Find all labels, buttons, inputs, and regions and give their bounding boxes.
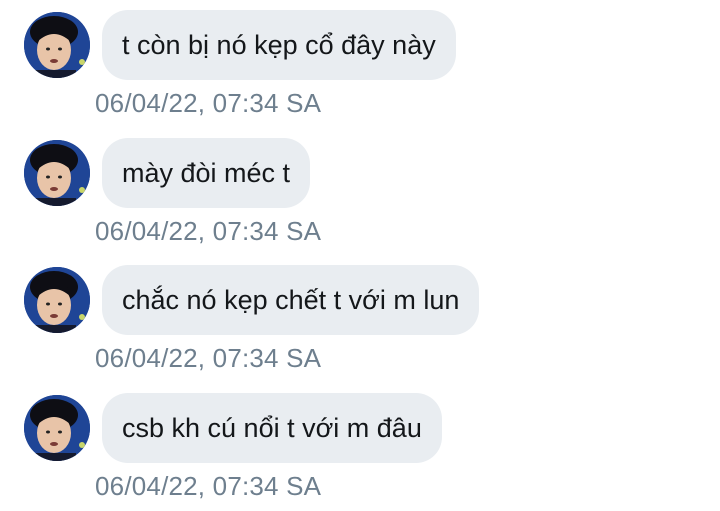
avatar[interactable] bbox=[24, 12, 90, 78]
message-item: chắc nó kẹp chết t với m lun 06/04/22, 0… bbox=[0, 255, 720, 383]
message-item: t còn bị nó kẹp cổ đây này 06/04/22, 07:… bbox=[0, 0, 720, 128]
message-text: t còn bị nó kẹp cổ đây này bbox=[122, 30, 436, 60]
message-timestamp: 06/04/22, 07:34 SA bbox=[95, 343, 322, 373]
avatar[interactable] bbox=[24, 140, 90, 206]
avatar-photo-icon bbox=[24, 395, 90, 461]
message-item: mày đòi méc t 06/04/22, 07:34 SA bbox=[0, 128, 720, 256]
message-timestamp: 06/04/22, 07:34 SA bbox=[95, 216, 322, 246]
message-thread: t còn bị nó kẹp cổ đây này 06/04/22, 07:… bbox=[0, 0, 720, 507]
avatar-photo-icon bbox=[24, 140, 90, 206]
message-text: chắc nó kẹp chết t với m lun bbox=[122, 285, 460, 315]
message-text: mày đòi méc t bbox=[122, 158, 291, 188]
message-timestamp: 06/04/22, 07:34 SA bbox=[95, 471, 322, 501]
message-bubble[interactable]: chắc nó kẹp chết t với m lun bbox=[102, 265, 480, 335]
avatar-photo-icon bbox=[24, 12, 90, 78]
message-bubble[interactable]: t còn bị nó kẹp cổ đây này bbox=[102, 10, 456, 80]
message-bubble[interactable]: mày đòi méc t bbox=[102, 138, 311, 208]
message-timestamp: 06/04/22, 07:34 SA bbox=[95, 88, 322, 118]
avatar[interactable] bbox=[24, 395, 90, 461]
message-bubble[interactable]: csb kh cú nổi t với m đâu bbox=[102, 393, 442, 463]
message-item: csb kh cú nổi t với m đâu 06/04/22, 07:3… bbox=[0, 383, 720, 511]
avatar-photo-icon bbox=[24, 267, 90, 333]
message-text: csb kh cú nổi t với m đâu bbox=[122, 413, 422, 443]
avatar[interactable] bbox=[24, 267, 90, 333]
